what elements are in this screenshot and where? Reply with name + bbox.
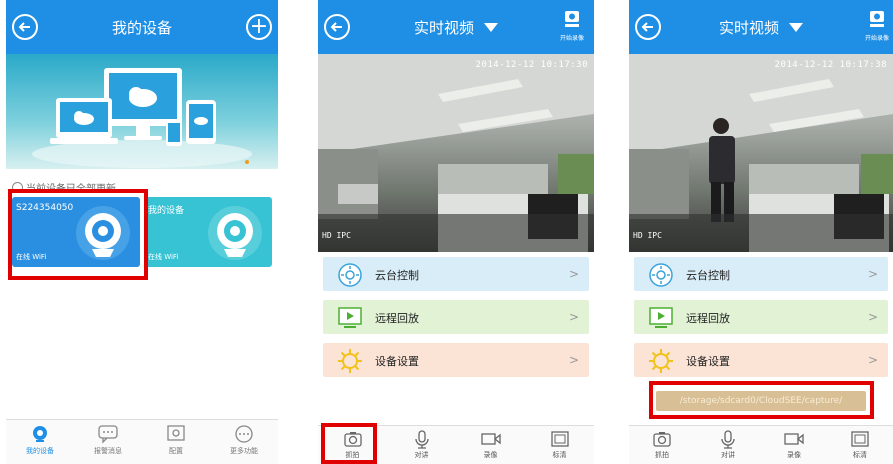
video-timestamp: 2014-12-12 10:17:38 [774,60,887,70]
video-label: HD IPC [322,231,351,240]
tab-config[interactable]: 配置 [142,420,210,464]
header-bar: 实时视频 开始录像 [629,0,893,54]
highlight-box [321,423,377,464]
chevron-right-icon: > [867,267,878,281]
page-title: 实时视频 [718,19,779,37]
menu-device-settings[interactable]: 设备设置 > [634,343,888,377]
header-bar: 实时视频 开始录像 [318,0,594,54]
ptz-icon [338,263,362,287]
tab-alarm-messages[interactable]: 报警消息 [74,420,142,464]
ptz-icon [649,263,673,287]
record-icon [870,11,884,27]
video-record-icon [480,433,501,445]
devices-banner-illustration [6,54,278,169]
mic-icon [721,430,735,449]
title-dropdown[interactable]: 实时视频 [318,17,594,38]
page-title: 我的设备 [111,19,172,37]
bottom-toolbar: 抓拍 对讲 录像 标清 [629,425,893,464]
chevron-right-icon: > [867,310,878,324]
settings-sun-icon [649,349,673,373]
menu-remote-playback[interactable]: 远程回放 > [634,300,888,334]
tab-my-devices[interactable]: 我的设备 [6,420,74,464]
device-status: 在线 WiFi [148,253,179,261]
page-title: 实时视频 [413,19,474,37]
quality-button[interactable]: 标清 [827,426,893,464]
video-record-button[interactable]: 录像 [456,426,525,464]
chevron-right-icon: > [867,353,878,367]
chevron-right-icon: > [568,267,579,281]
device-name: 我的设备 [148,206,185,216]
menu-remote-playback[interactable]: 远程回放 > [323,300,589,334]
camera-icon [33,426,47,442]
talk-button[interactable]: 对讲 [695,426,761,464]
quality-icon [851,431,869,447]
my-devices-screen: 我的设备 + 当前设备已全部更新 S224354050 在线 WiFi 我的设备… [6,0,278,464]
talk-button[interactable]: 对讲 [387,426,456,464]
video-stream[interactable]: 2014-12-12 10:17:38 HD IPC [629,54,893,252]
dropdown-arrow-icon [484,23,498,32]
snapshot-icon [653,432,671,447]
menu-ptz-control[interactable]: 云台控制 > [634,257,888,291]
menu-ptz-control[interactable]: 云台控制 > [323,257,589,291]
bottom-tab-bar: 我的设备 报警消息 配置 更多功能 [6,419,278,464]
menu-device-settings[interactable]: 设备设置 > [323,343,589,377]
mic-icon [414,430,429,449]
settings-sun-icon [338,349,362,373]
live-video-screen: 实时视频 开始录像 2014-12-12 10:17:30 HD IPC 云台控… [318,0,594,464]
snapshot-button[interactable]: 抓拍 [629,426,695,464]
quality-icon [550,431,569,447]
devices-illustration-icon [32,68,252,168]
add-device-button[interactable]: + [246,14,272,40]
quality-button[interactable]: 标清 [525,426,594,464]
live-video-capture-screen: 实时视频 开始录像 2014-12-12 10:17:38 HD IPC 云台控… [629,0,893,464]
playback-icon [649,307,673,328]
video-label: HD IPC [633,231,662,240]
webcam-icon [208,206,262,260]
video-record-icon [784,433,804,445]
record-button[interactable]: 开始录像 [863,10,891,44]
office-scene-image [318,54,594,252]
more-icon [235,425,253,443]
chevron-right-icon: > [568,310,579,324]
header-bar: 我的设备 + [6,0,278,54]
record-icon [565,11,579,27]
highlight-box [8,189,148,280]
tab-more[interactable]: 更多功能 [210,420,278,464]
message-icon [98,425,118,444]
video-record-button[interactable]: 录像 [761,426,827,464]
highlight-box [649,381,874,419]
dropdown-arrow-icon [789,23,803,32]
config-icon [167,425,185,441]
playback-icon [338,307,362,328]
record-button[interactable]: 开始录像 [558,10,586,44]
title-dropdown[interactable]: 实时视频 [629,17,893,38]
device-card[interactable]: 我的设备 在线 WiFi [144,197,272,267]
chevron-right-icon: > [568,353,579,367]
video-stream[interactable]: 2014-12-12 10:17:30 HD IPC [318,54,594,252]
video-timestamp: 2014-12-12 10:17:30 [475,60,588,70]
office-scene-image [629,54,893,252]
